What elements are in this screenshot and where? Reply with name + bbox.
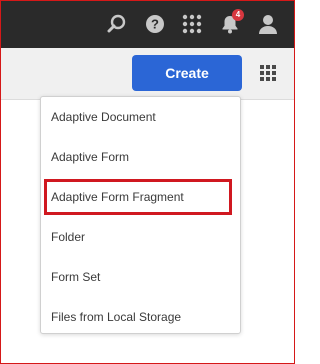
screenshot-border xyxy=(0,0,295,364)
